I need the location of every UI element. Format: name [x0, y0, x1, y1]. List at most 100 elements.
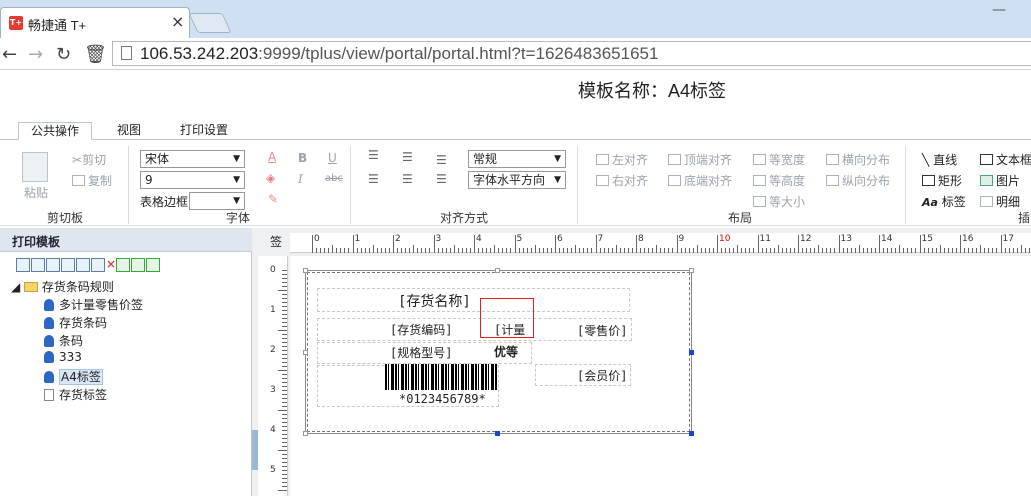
save-as-icon[interactable]: [46, 257, 60, 272]
back-icon[interactable]: ←: [2, 44, 17, 65]
import-icon[interactable]: [61, 257, 75, 272]
strikethrough-button[interactable]: abc: [325, 173, 343, 184]
tab-print-settings[interactable]: 打印设置: [168, 122, 240, 140]
align-top-left-icon[interactable]: ☰: [368, 148, 379, 162]
image-tool-button[interactable]: 图片: [980, 172, 1020, 189]
grade-field[interactable]: 优等: [494, 343, 518, 360]
copy-button[interactable]: 复制: [72, 172, 112, 189]
ruler-tick: [907, 248, 909, 253]
vertical-distribute-button[interactable]: 纵向分布: [826, 172, 890, 189]
same-height-button[interactable]: 等高度: [753, 172, 805, 189]
export-icon[interactable]: [76, 257, 90, 272]
italic-button[interactable]: I: [298, 172, 303, 186]
ruler-tick: [282, 350, 287, 351]
name-cell[interactable]: [317, 288, 630, 312]
barcode-image[interactable]: [385, 364, 497, 390]
paste-icon[interactable]: [22, 152, 48, 182]
underline-button[interactable]: U: [328, 151, 337, 165]
ruler-tick: [834, 248, 836, 253]
retail-price-field[interactable]: [零售价]: [577, 322, 627, 339]
text-style-select[interactable]: 常规 ▼: [468, 150, 566, 168]
resize-handle[interactable]: [495, 431, 500, 436]
edit-icon[interactable]: [91, 257, 105, 272]
resize-handle[interactable]: [303, 350, 308, 355]
move-up-icon[interactable]: [116, 257, 131, 272]
splitter-handle[interactable]: [252, 430, 258, 470]
tree-item-selected[interactable]: A4标签: [44, 368, 103, 385]
eraser-icon[interactable]: ◈: [266, 171, 275, 185]
ruler-tick: [733, 248, 735, 253]
tree-item[interactable]: 存货标签: [44, 386, 107, 403]
bold-button[interactable]: B: [298, 151, 307, 165]
tab-view[interactable]: 视图: [105, 122, 153, 140]
ruler-tick: [282, 434, 287, 435]
resize-handle[interactable]: [689, 431, 694, 436]
reload-icon[interactable]: ↻: [56, 44, 71, 65]
sidebar-toolbar: ✕: [16, 257, 161, 275]
save-icon[interactable]: [31, 257, 45, 272]
new-file-icon[interactable]: [16, 257, 30, 272]
resize-handle[interactable]: [303, 431, 308, 436]
line-tool-button[interactable]: ╲ 直线: [922, 151, 957, 168]
text-direction-select[interactable]: 字体水平方向 ▼: [468, 171, 566, 189]
close-tab-icon[interactable]: ×: [171, 12, 184, 31]
tab-common-ops[interactable]: 公共操作: [18, 122, 93, 140]
ruler-tick: [980, 245, 982, 253]
same-width-button[interactable]: 等宽度: [753, 151, 805, 168]
forward-icon[interactable]: →: [28, 44, 43, 65]
bottom-align-button[interactable]: 底端对齐: [668, 172, 732, 189]
align-top-right-icon[interactable]: ☰: [436, 153, 447, 167]
ruler-number: 8: [638, 234, 644, 244]
name-field[interactable]: [存货名称]: [398, 291, 471, 311]
horizontal-distribute-button[interactable]: 横向分布: [826, 151, 890, 168]
tree-root[interactable]: ◢ 存货条码规则: [11, 278, 114, 295]
align-center-icon[interactable]: ☰: [402, 172, 413, 186]
resize-handle[interactable]: [495, 268, 500, 273]
ruler-tick: [282, 466, 287, 467]
resize-handle[interactable]: [689, 268, 694, 273]
label-tool-button[interactable]: Aa 标签: [922, 193, 966, 210]
unit-field[interactable]: [计量: [494, 321, 525, 338]
minimize-icon[interactable]: —: [992, 2, 1006, 18]
ruler-tick: [960, 235, 961, 253]
code-field[interactable]: [存货编码]: [390, 321, 452, 338]
paste-button[interactable]: 粘贴: [24, 184, 48, 201]
rect-tool-button[interactable]: 矩形: [922, 172, 962, 189]
ruler-tick: [943, 248, 945, 253]
align-left-icon[interactable]: ☰: [368, 172, 379, 186]
address-bar[interactable]: 106.53.242.203:9999/tplus/view/portal/po…: [112, 41, 1031, 66]
url-text[interactable]: 106.53.242.203:9999/tplus/view/portal/po…: [140, 44, 658, 64]
top-align-button[interactable]: 顶端对齐: [668, 151, 732, 168]
font-color-button[interactable]: A: [268, 150, 276, 164]
move-right-icon[interactable]: [131, 257, 146, 272]
move-down-icon[interactable]: [146, 257, 161, 272]
font-family-select[interactable]: 宋体 ▼: [140, 150, 245, 168]
ruler-tick: [282, 314, 287, 315]
cut-button[interactable]: ✂剪切: [72, 151, 106, 168]
trash-icon[interactable]: 🗑: [84, 44, 107, 65]
ruler-number: 1: [270, 305, 276, 315]
tree-item[interactable]: 存货条码: [44, 314, 107, 331]
collapse-icon[interactable]: ◢: [11, 280, 20, 294]
font-size-select[interactable]: 9 ▼: [140, 171, 245, 189]
align-right-icon[interactable]: ☰: [436, 172, 447, 186]
browser-tab[interactable]: T+ 畅捷通 T+ ×: [0, 7, 190, 38]
right-align-button[interactable]: 右对齐: [596, 172, 648, 189]
barcode-text[interactable]: *0123456789*: [399, 392, 486, 406]
resize-handle[interactable]: [303, 268, 308, 273]
table-border-select[interactable]: ▼: [189, 192, 245, 210]
detail-tool-button[interactable]: 明细: [980, 193, 1020, 210]
same-size-button[interactable]: 等大小: [753, 193, 805, 210]
tree-item[interactable]: 条码: [44, 332, 83, 349]
ruler-tick: [992, 248, 994, 253]
resize-handle[interactable]: [689, 350, 694, 355]
textbox-tool-button[interactable]: 文本框: [980, 151, 1031, 168]
delete-icon[interactable]: ✕: [106, 258, 116, 272]
left-align-button[interactable]: 左对齐: [596, 151, 648, 168]
align-top-center-icon[interactable]: ☰: [402, 150, 413, 164]
spec-field[interactable]: [规格型号]: [390, 344, 452, 361]
pencil-icon[interactable]: ✎: [268, 192, 278, 206]
member-price-field[interactable]: [会员价]: [577, 367, 627, 384]
tree-item[interactable]: 333: [44, 350, 82, 364]
tree-item[interactable]: 多计量零售价签: [44, 296, 143, 313]
